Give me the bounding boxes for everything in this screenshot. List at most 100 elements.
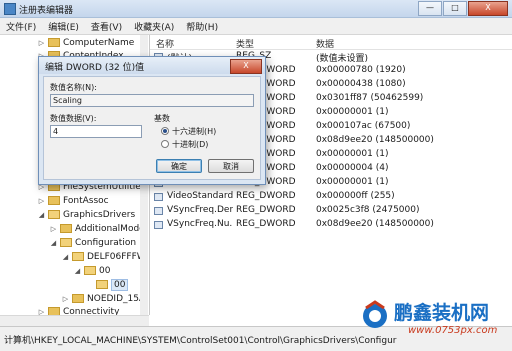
- title-bar: 注册表编辑器 — □ X: [0, 0, 512, 18]
- table-row[interactable]: VSyncFreq.Den... REG_DWORD 0x0025c3f8 (2…: [150, 204, 512, 218]
- tree-item-selected[interactable]: 00: [86, 278, 129, 291]
- tree-item-label: NOEDID_15A: [87, 293, 146, 304]
- value-data: 0x0301ff87 (50462599): [316, 93, 424, 103]
- registry-path: 计算机\HKEY_LOCAL_MACHINE\SYSTEM\ControlSet…: [4, 336, 397, 346]
- tree-item-label: AdditionalMode: [75, 223, 145, 234]
- value-data: 0x000107ac (67500): [316, 121, 411, 131]
- collapse-icon[interactable]: ◢: [74, 267, 81, 275]
- collapse-icon[interactable]: ◢: [38, 211, 45, 219]
- column-type-header[interactable]: 类型: [236, 37, 254, 50]
- tree-item-label: Connectivity: [63, 306, 120, 316]
- folder-open-icon: [48, 210, 60, 219]
- dialog-body: 数值名称(N): Scaling 数值数据(V): 4 基数 十六进制(H) 十…: [43, 76, 261, 180]
- folder-icon: [60, 224, 72, 233]
- folder-icon: [48, 38, 60, 47]
- folder-icon: [48, 196, 60, 205]
- watermark-logo-icon: [363, 300, 387, 328]
- window-controls: — □ X: [418, 1, 508, 16]
- reg-value-icon: [154, 221, 163, 229]
- value-name: VSyncFreq.Nu...: [167, 219, 233, 229]
- folder-open-icon: [60, 238, 72, 247]
- value-data: 0x00000780 (1920): [316, 65, 406, 75]
- menu-bar: 文件(F) 编辑(E) 查看(V) 收藏夹(A) 帮助(H): [0, 18, 512, 35]
- value-type: REG_DWORD: [236, 205, 296, 215]
- dec-radio-label[interactable]: 十进制(D): [172, 139, 208, 150]
- tree-item-label: DELF06FFFW: [87, 251, 146, 262]
- value-data: 0x000000ff (255): [316, 191, 395, 201]
- site-watermark: 鹏鑫装机网 www.0753px.com: [358, 296, 508, 348]
- tree-item[interactable]: ◢ DELF06FFFW: [62, 250, 146, 263]
- close-button[interactable]: X: [468, 1, 508, 16]
- expand-icon[interactable]: ▷: [38, 39, 45, 47]
- folder-open-icon: [72, 252, 84, 261]
- folder-open-icon: [96, 280, 108, 289]
- edit-dword-dialog: 编辑 DWORD (32 位)值 X 数值名称(N): Scaling 数值数据…: [38, 56, 266, 185]
- folder-open-icon: [84, 266, 96, 275]
- dialog-close-button[interactable]: X: [230, 59, 262, 74]
- tree-item-label: 00: [99, 265, 111, 276]
- folder-icon: [48, 307, 60, 315]
- cancel-button[interactable]: 取消: [208, 159, 254, 173]
- menu-file[interactable]: 文件(F): [0, 18, 42, 34]
- tree-item-label: 00: [111, 278, 129, 291]
- value-data: 0x00000004 (4): [316, 163, 389, 173]
- dialog-title-bar[interactable]: 编辑 DWORD (32 位)值 X: [39, 57, 265, 74]
- value-data: 0x08d9ee20 (148500000): [316, 219, 434, 229]
- tree-item[interactable]: ▷ AdditionalMode: [50, 222, 145, 235]
- expand-icon[interactable]: ▷: [62, 295, 69, 303]
- value-data: (数值未设置): [316, 54, 369, 64]
- tree-item[interactable]: ◢ GraphicsDrivers: [38, 208, 135, 221]
- value-data: 0x00000438 (1080): [316, 79, 406, 89]
- value-data-input[interactable]: 4: [50, 125, 142, 138]
- menu-help[interactable]: 帮助(H): [180, 18, 224, 34]
- column-data-header[interactable]: 数据: [316, 37, 334, 50]
- collapse-icon[interactable]: ◢: [50, 239, 57, 247]
- tree-horizontal-scrollbar[interactable]: [0, 315, 149, 326]
- value-data-label: 数值数据(V):: [50, 114, 97, 123]
- base-group-label: 基数: [154, 114, 170, 123]
- value-name: VideoStandard: [167, 191, 233, 201]
- menu-favorites[interactable]: 收藏夹(A): [128, 18, 180, 34]
- watermark-url: www.0753px.com: [408, 325, 498, 336]
- dec-radio[interactable]: [161, 140, 169, 148]
- menu-edit[interactable]: 编辑(E): [42, 18, 85, 34]
- table-row[interactable]: VideoStandard REG_DWORD 0x000000ff (255): [150, 190, 512, 204]
- tree-item[interactable]: ◢ 00: [74, 264, 111, 277]
- tree-item[interactable]: ◢ Configuration: [50, 236, 136, 249]
- value-data: 0x08d9ee20 (148500000): [316, 135, 434, 145]
- tree-item[interactable]: ▷ Connectivity: [38, 305, 119, 315]
- reg-value-icon: [154, 207, 163, 215]
- value-name-field: Scaling: [50, 94, 254, 107]
- hex-radio-label[interactable]: 十六进制(H): [172, 126, 216, 137]
- expand-icon[interactable]: ▷: [38, 197, 45, 205]
- minimize-button[interactable]: —: [418, 1, 442, 16]
- tree-item-label: FontAssoc: [63, 195, 109, 206]
- value-data: 0x00000001 (1): [316, 149, 389, 159]
- value-name: VSyncFreq.Den...: [167, 205, 233, 215]
- value-data: 0x00000001 (1): [316, 177, 389, 187]
- window-title: 注册表编辑器: [19, 6, 74, 16]
- value-name-label: 数值名称(N):: [50, 83, 97, 92]
- ok-button[interactable]: 确定: [156, 159, 202, 173]
- tree-item-label: Configuration: [75, 237, 137, 248]
- column-name-header[interactable]: 名称: [156, 37, 174, 50]
- value-data: 0x0025c3f8 (2475000): [316, 205, 420, 215]
- tree-item[interactable]: ▷ FontAssoc: [38, 194, 109, 207]
- expand-icon[interactable]: ▷: [38, 308, 45, 316]
- hex-radio[interactable]: [161, 127, 169, 135]
- tree-item-label: GraphicsDrivers: [63, 209, 136, 220]
- list-header: 名称 类型 数据: [150, 35, 512, 50]
- tree-item[interactable]: ▷ ComputerName: [38, 36, 135, 49]
- regedit-icon: [4, 3, 16, 15]
- tree-item[interactable]: ▷ NOEDID_15A: [62, 292, 145, 305]
- menu-view[interactable]: 查看(V): [85, 18, 128, 34]
- value-data: 0x00000001 (1): [316, 107, 389, 117]
- collapse-icon[interactable]: ◢: [62, 253, 69, 261]
- value-type: REG_DWORD: [236, 191, 296, 201]
- maximize-button[interactable]: □: [443, 1, 467, 16]
- table-row[interactable]: VSyncFreq.Nu... REG_DWORD 0x08d9ee20 (14…: [150, 218, 512, 232]
- watermark-text: 鹏鑫装机网: [394, 302, 490, 324]
- tree-item-label: ComputerName: [63, 37, 135, 48]
- value-type: REG_DWORD: [236, 219, 296, 229]
- expand-icon[interactable]: ▷: [50, 225, 57, 233]
